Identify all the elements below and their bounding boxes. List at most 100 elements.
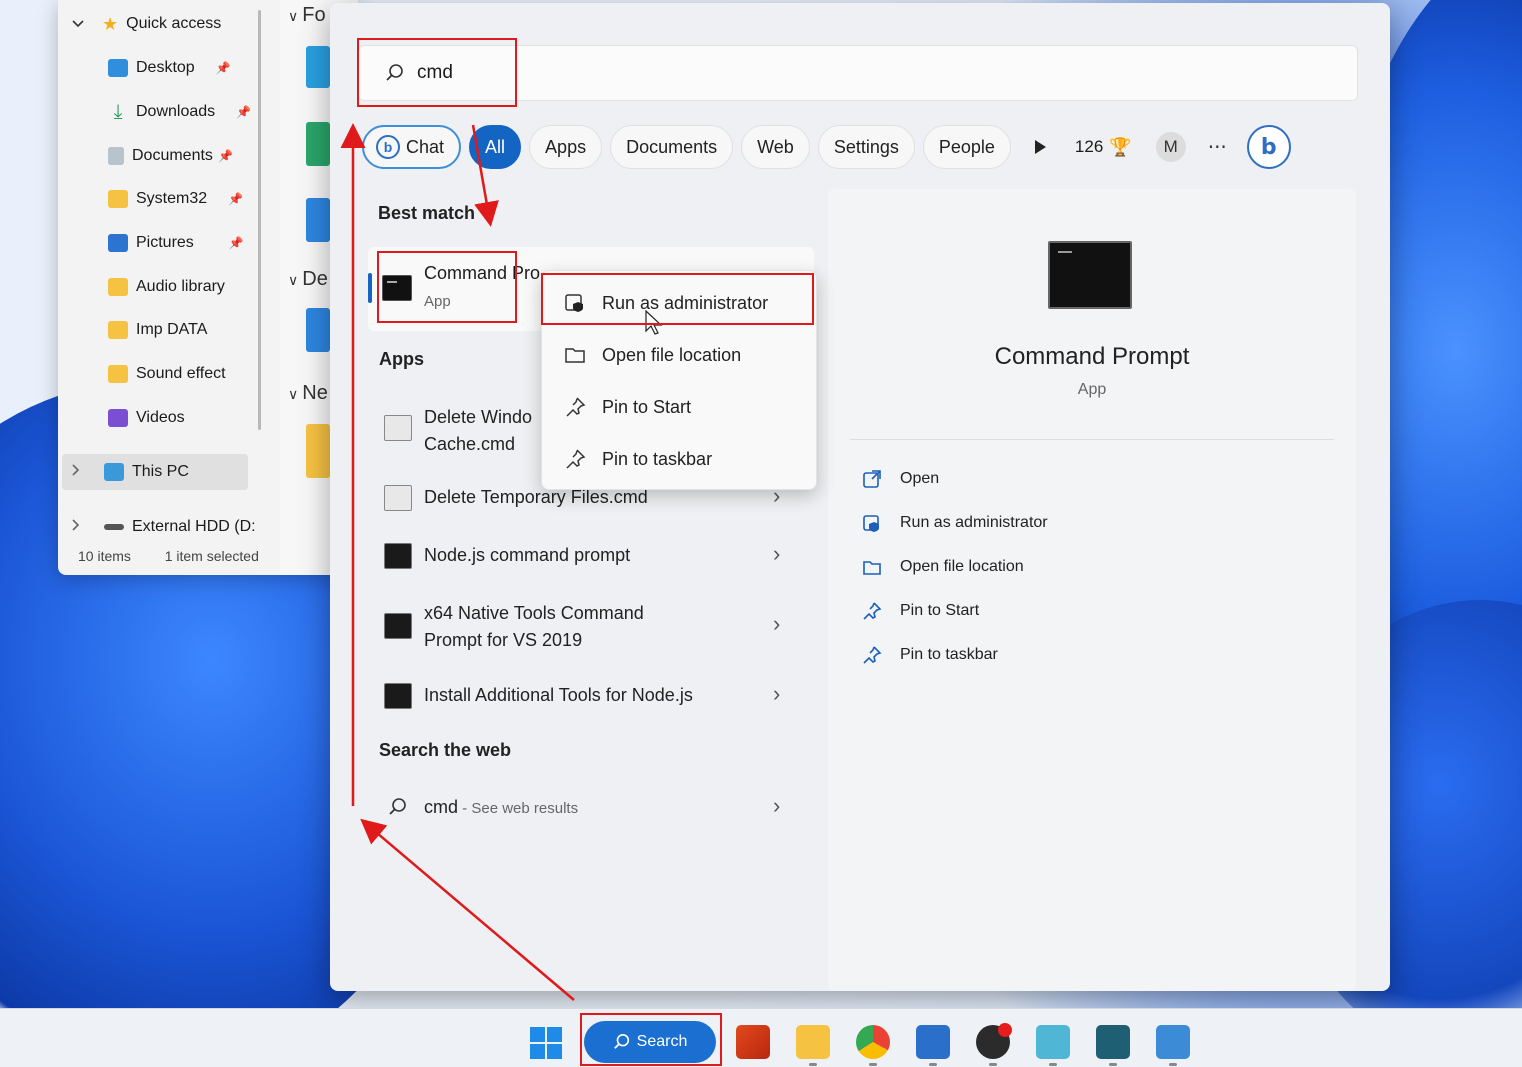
folder-icon — [108, 365, 128, 383]
navigation-pane: ★ Quick access Desktop 📌 ⤓ Downloads 📌 D… — [58, 0, 258, 545]
action-open[interactable]: Open — [862, 469, 939, 489]
pc-icon — [104, 463, 124, 481]
running-indicator — [989, 1063, 997, 1066]
action-pin-to-start[interactable]: Pin to Start — [862, 601, 979, 621]
download-icon: ⤓ — [113, 101, 123, 123]
nav-label: Imp DATA — [136, 321, 208, 338]
console-icon — [384, 543, 412, 569]
desktop-icon — [108, 59, 128, 77]
nav-system32[interactable]: System32 📌 — [108, 181, 243, 217]
nav-downloads[interactable]: ⤓ Downloads 📌 — [108, 94, 252, 130]
chevron-right-icon[interactable]: › — [773, 611, 780, 637]
app-result-x64-native-tools[interactable]: x64 Native Tools Command Prompt for VS 2… — [370, 597, 800, 659]
action-open-file-location[interactable]: Open file location — [862, 557, 1024, 577]
group-header[interactable]: ∨ Fo — [288, 4, 326, 27]
result-line: Delete Windo — [424, 407, 533, 427]
filter-all[interactable]: All — [469, 125, 522, 169]
menu-pin-to-taskbar[interactable]: Pin to taskbar — [542, 433, 818, 485]
running-indicator — [869, 1063, 877, 1066]
status-bar: 10 items 1 item selected — [78, 548, 259, 564]
best-match-heading: Best match — [378, 203, 476, 223]
filter-settings[interactable]: Settings — [817, 125, 915, 169]
file-icon[interactable] — [306, 198, 330, 242]
chevron-down-icon[interactable] — [72, 15, 88, 33]
documents-icon — [108, 147, 124, 165]
divider — [850, 439, 1334, 440]
filter-chat[interactable]: b Chat — [362, 125, 462, 169]
file-explorer-window: ★ Quick access Desktop 📌 ⤓ Downloads 📌 D… — [58, 0, 358, 575]
terminal-icon[interactable] — [1096, 1025, 1130, 1059]
action-pin-to-taskbar[interactable]: Pin to taskbar — [862, 645, 998, 665]
group-header[interactable]: ∨ De — [288, 268, 328, 291]
result-line: Prompt for VS 2019 — [424, 630, 583, 650]
action-run-as-admin[interactable]: Run as administrator — [862, 513, 1048, 533]
nav-label: System32 — [136, 190, 208, 207]
nav-audio-library[interactable]: Audio library — [108, 269, 225, 305]
preview-pane: Command Prompt App Open Run as administr… — [828, 189, 1356, 991]
star-icon: ★ — [102, 13, 119, 34]
nav-desktop[interactable]: Desktop 📌 — [108, 50, 231, 86]
nav-external-hdd[interactable]: External HDD (D: — [72, 509, 256, 545]
nav-quick-access[interactable]: ★ Quick access — [72, 6, 221, 42]
nav-documents[interactable]: Documents 📌 — [108, 138, 233, 174]
annotation-box — [377, 251, 517, 323]
item-count: 10 items — [78, 548, 131, 564]
nav-label: Documents — [132, 147, 213, 164]
nav-label: Downloads — [136, 103, 216, 120]
filter-web[interactable]: Web — [741, 125, 810, 169]
office-icon[interactable] — [736, 1025, 770, 1059]
notepad-icon[interactable] — [916, 1025, 950, 1059]
buildings-icon[interactable] — [1036, 1025, 1070, 1059]
more-filters-play-icon[interactable] — [1025, 132, 1055, 162]
annotation-box — [580, 1013, 722, 1066]
search-icon — [389, 798, 406, 815]
chrome-icon[interactable] — [856, 1025, 890, 1059]
preview-title: Command Prompt — [994, 343, 1190, 370]
filter-apps[interactable]: Apps — [529, 125, 603, 169]
result-line: Node.js command prompt — [424, 545, 631, 565]
nav-videos[interactable]: Videos — [108, 400, 185, 436]
nav-pictures[interactable]: Pictures 📌 — [108, 225, 244, 261]
filter-documents[interactable]: Documents — [610, 125, 734, 169]
folder-icon — [108, 321, 128, 339]
rewards-points[interactable]: 126 🏆 — [1075, 137, 1132, 158]
nav-sound-effect[interactable]: Sound effect — [108, 356, 226, 392]
remote-desktop-icon[interactable] — [1156, 1025, 1190, 1059]
chevron-right-icon[interactable]: › — [773, 793, 780, 819]
folder-icon[interactable] — [306, 424, 330, 478]
nav-imp-data[interactable]: Imp DATA — [108, 312, 207, 348]
bing-icon[interactable]: b — [1246, 125, 1291, 169]
selection-indicator — [368, 273, 372, 303]
pin-icon: 📌 — [236, 105, 252, 119]
chevron-right-icon[interactable]: › — [773, 541, 780, 567]
windows-start-icon[interactable] — [530, 1027, 562, 1059]
chevron-right-icon[interactable] — [72, 463, 86, 481]
app-result-install-tools-nodejs[interactable]: Install Additional Tools for Node.js › — [370, 679, 800, 719]
file-icon[interactable] — [306, 46, 330, 88]
group-header[interactable]: ∨ Ne — [288, 382, 328, 405]
nav-this-pc[interactable]: This PC — [62, 454, 248, 490]
folder-icon — [565, 348, 585, 363]
annotation-box — [541, 273, 814, 325]
file-explorer-icon[interactable] — [796, 1025, 830, 1059]
app-result-nodejs-command-prompt[interactable]: Node.js command prompt › — [370, 539, 800, 579]
chevron-right-icon[interactable] — [72, 518, 86, 536]
drive-icon — [104, 524, 124, 530]
pin-icon: 📌 — [215, 61, 231, 75]
scrollbar[interactable] — [258, 10, 261, 430]
file-icon[interactable] — [306, 122, 330, 166]
web-result[interactable]: cmd - See web results › — [370, 791, 800, 831]
pictures-icon — [108, 234, 128, 252]
menu-pin-to-start[interactable]: Pin to Start — [542, 381, 818, 433]
search-flyout: cmd b Chat All Apps Documents Web Settin… — [330, 3, 1390, 991]
search-web-heading: Search the web — [379, 740, 512, 760]
file-icon[interactable] — [306, 308, 330, 352]
chevron-right-icon[interactable]: › — [773, 681, 780, 707]
menu-open-file-location[interactable]: Open file location — [542, 329, 818, 381]
notification-badge — [998, 1023, 1012, 1037]
avatar[interactable]: M — [1155, 132, 1186, 162]
filter-people[interactable]: People — [922, 125, 1011, 169]
pin-icon: 📌 — [217, 149, 233, 163]
shield-icon — [863, 515, 879, 532]
more-options-button[interactable]: ··· — [1208, 135, 1227, 159]
